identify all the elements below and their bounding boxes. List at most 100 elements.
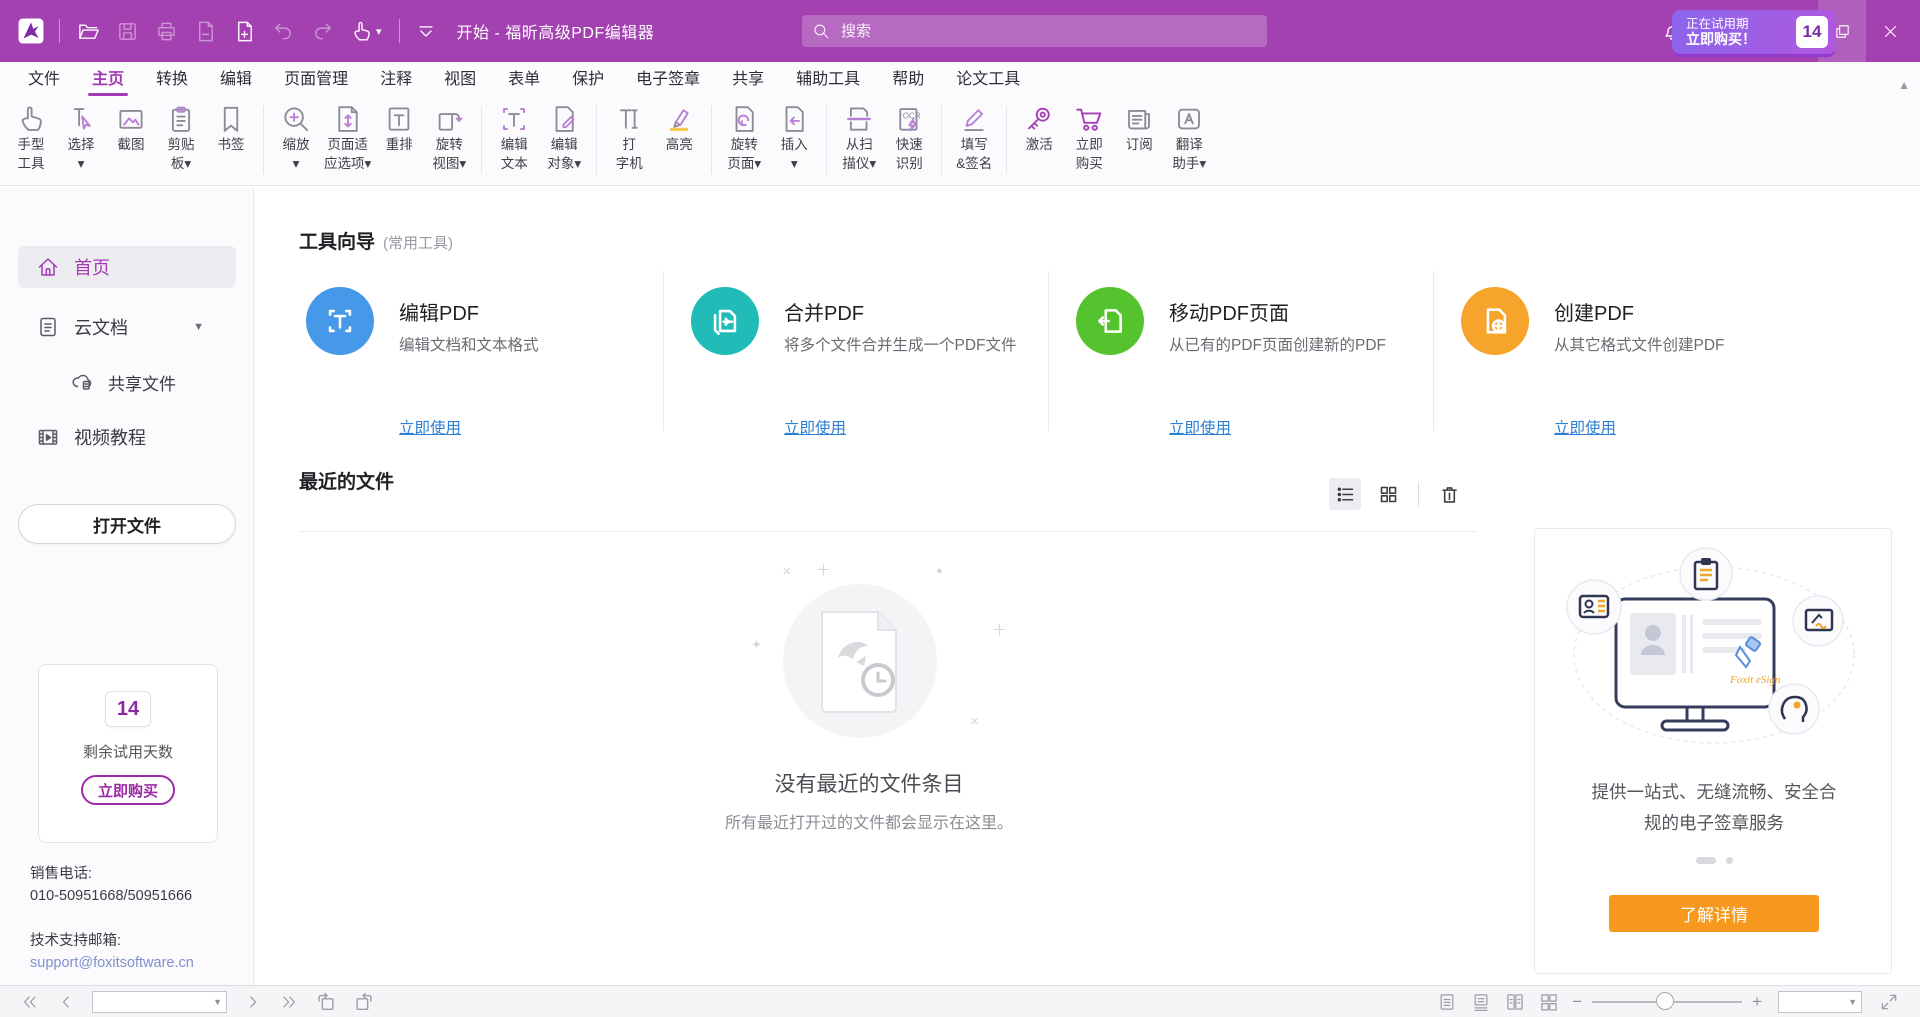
ribbon-button-insert-pages[interactable]: 插入▾ — [769, 104, 819, 172]
sidebar-item-首页[interactable]: 首页 — [18, 246, 236, 288]
sidebar-item-共享文件[interactable]: 共享文件 — [18, 361, 236, 403]
ribbon-button-hand-tool[interactable]: 手型工具 — [6, 104, 56, 172]
close-button[interactable] — [1866, 0, 1914, 62]
customize-toolbar-icon[interactable] — [415, 20, 437, 42]
svg-text:OCR: OCR — [903, 111, 921, 120]
menu-item-编辑[interactable]: 编辑 — [204, 65, 268, 98]
grid-view-button[interactable] — [1372, 478, 1404, 510]
new-page-button[interactable] — [233, 20, 256, 43]
support-email-link[interactable]: support@foxitsoftware.cn — [30, 952, 194, 974]
ribbon-button-rotate-pages[interactable]: 旋转页面▾ — [719, 104, 769, 172]
next-page-icon[interactable] — [243, 992, 263, 1012]
menu-item-电子签章[interactable]: 电子签章 — [620, 65, 716, 98]
page-number-combobox[interactable]: ▼ — [92, 991, 227, 1013]
menu-item-共享[interactable]: 共享 — [716, 65, 780, 98]
chevron-down-icon[interactable]: ▼ — [213, 997, 226, 1007]
chevron-down-icon[interactable]: ▼ — [1848, 997, 1861, 1007]
clear-recent-button[interactable] — [1433, 478, 1465, 510]
sidebar-item-云文档[interactable]: 云文档▼ — [18, 306, 236, 348]
ribbon-button-fit-page[interactable]: 页面适应选项▾ — [321, 104, 374, 172]
ribbon-button-snapshot[interactable]: 截图 — [106, 104, 156, 153]
menu-item-文件[interactable]: 文件 — [12, 65, 76, 98]
last-page-icon[interactable] — [279, 992, 299, 1012]
rotate-right-icon[interactable] — [353, 991, 375, 1013]
carousel-dots[interactable] — [1535, 857, 1893, 864]
use-now-link[interactable]: 立即使用 — [1169, 416, 1231, 438]
menu-item-页面管理[interactable]: 页面管理 — [268, 65, 364, 98]
zoom-level-combobox[interactable]: ▼ — [1778, 991, 1862, 1013]
redo-button — [311, 20, 334, 43]
quick-toolbar: ▾ 开始 - 福昕高级PDF编辑器 — [0, 0, 654, 62]
card-divider — [1048, 271, 1049, 431]
facing-view-icon[interactable] — [1505, 992, 1525, 1012]
open-file-button[interactable]: 打开文件 — [18, 504, 236, 544]
open-folder-icon — [77, 20, 100, 43]
previous-page-icon[interactable] — [56, 992, 76, 1012]
hand-tool-icon — [16, 104, 46, 134]
menu-item-注释[interactable]: 注释 — [364, 65, 428, 98]
ribbon-button-quick-ocr[interactable]: OCR快速识别 — [884, 104, 934, 172]
tool-card-移动PDF页面[interactable]: 移动PDF页面从已有的PDF页面创建新的PDF立即使用 — [1076, 271, 1461, 441]
use-now-link[interactable]: 立即使用 — [399, 416, 461, 438]
ribbon-button-translate[interactable]: 翻译助手▾ — [1164, 104, 1214, 172]
chevron-down-icon[interactable]: ▼ — [193, 321, 204, 333]
search-input[interactable] — [839, 22, 1257, 41]
trial-badge[interactable]: 正在试用期 立即购买！ 14 — [1672, 10, 1836, 54]
support-contact: 技术支持邮箱: support@foxitsoftware.cn — [30, 930, 194, 974]
ribbon-button-zoom-tool[interactable]: 缩放▾ — [271, 104, 321, 172]
list-view-button[interactable] — [1329, 478, 1361, 510]
menu-item-帮助[interactable]: 帮助 — [876, 65, 940, 98]
tools-title: 工具向导 — [299, 227, 375, 254]
buy-now-button[interactable]: 立即购买 — [81, 775, 175, 805]
single-page-view-icon[interactable] — [1437, 992, 1457, 1012]
zoom-in-button[interactable]: + — [1752, 992, 1762, 1012]
tool-card-编辑PDF[interactable]: 编辑PDF编辑文档和文本格式立即使用 — [306, 271, 691, 441]
fullscreen-icon[interactable] — [1879, 992, 1899, 1012]
menu-item-辅助工具[interactable]: 辅助工具 — [780, 65, 876, 98]
ribbon-button-from-scanner[interactable]: 从扫描仪▾ — [834, 104, 884, 172]
ribbon-button-subscribe[interactable]: 订阅 — [1114, 104, 1164, 153]
ribbon-button-typewriter[interactable]: 打字机 — [604, 104, 654, 172]
menu-item-视图[interactable]: 视图 — [428, 65, 492, 98]
first-page-icon[interactable] — [20, 992, 40, 1012]
tool-card-合并PDF[interactable]: 合并PDF将多个文件合并生成一个PDF文件立即使用 — [691, 271, 1076, 441]
menu-item-论文工具[interactable]: 论文工具 — [940, 65, 1036, 98]
tool-card-创建PDF[interactable]: 创建PDF从其它格式文件创建PDF立即使用 — [1461, 271, 1846, 441]
open-folder-button[interactable] — [77, 20, 100, 43]
search-box[interactable] — [802, 15, 1267, 47]
facing-continuous-view-icon[interactable] — [1539, 992, 1559, 1012]
ribbon-button-bookmark[interactable]: 书签 — [206, 104, 256, 153]
ribbon-button-fill-sign[interactable]: 填写&签名 — [949, 104, 999, 172]
esign-illustration: Foxit eSign — [1554, 547, 1874, 767]
ribbon-button-clipboard[interactable]: 剪贴板▾ — [156, 104, 206, 172]
ribbon-button-edit-object[interactable]: 编辑对象▾ — [539, 104, 589, 172]
new-page-icon — [233, 20, 256, 43]
menu-item-转换[interactable]: 转换 — [140, 65, 204, 98]
learn-more-button[interactable]: 了解详情 — [1609, 895, 1819, 932]
zoom-slider-handle[interactable] — [1656, 992, 1674, 1010]
menu-item-表单[interactable]: 表单 — [492, 65, 556, 98]
ribbon-button-rotate-view[interactable]: 旋转视图▾ — [424, 104, 474, 172]
menu-item-主页[interactable]: 主页 — [76, 65, 140, 98]
use-now-link[interactable]: 立即使用 — [784, 416, 846, 438]
continuous-view-icon[interactable] — [1471, 992, 1491, 1012]
ribbon-button-buy-cart[interactable]: 立即购买 — [1064, 104, 1114, 172]
ribbon-button-activate-key[interactable]: 激活 — [1014, 104, 1064, 153]
rotate-left-icon[interactable] — [315, 991, 337, 1013]
hand-pointer-button[interactable]: ▾ — [350, 20, 382, 43]
zoom-out-button[interactable]: − — [1572, 992, 1582, 1012]
sidebar-item-视频教程[interactable]: 视频教程 — [18, 416, 236, 458]
zoom-level-input[interactable] — [1779, 994, 1848, 1010]
use-now-link[interactable]: 立即使用 — [1554, 416, 1616, 438]
zoom-slider[interactable] — [1592, 1001, 1742, 1003]
ribbon-collapse-icon[interactable]: ▲ — [1898, 78, 1910, 92]
foxit-logo-icon[interactable] — [18, 18, 44, 44]
ribbon-button-select-cursor[interactable]: 选择▾ — [56, 104, 106, 172]
ribbon-button-edit-text[interactable]: 编辑文本 — [489, 104, 539, 172]
ribbon-button-highlight[interactable]: 高亮 — [654, 104, 704, 153]
page-number-input[interactable] — [93, 994, 213, 1010]
view-toolbar — [1329, 478, 1465, 510]
menu-item-保护[interactable]: 保护 — [556, 65, 620, 98]
tool-card-title: 创建PDF — [1554, 297, 1634, 326]
ribbon-button-reflow[interactable]: 重排 — [374, 104, 424, 153]
